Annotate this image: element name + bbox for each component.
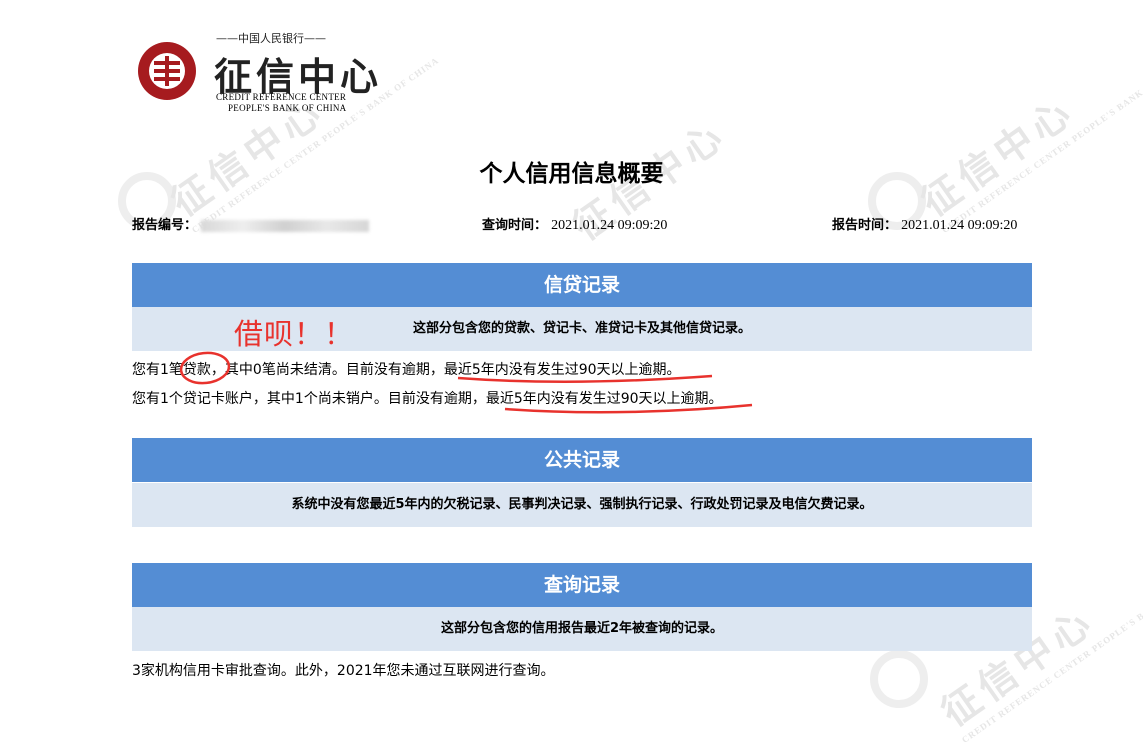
redacted-report-number bbox=[201, 219, 370, 232]
page-title: 个人信用信息概要 bbox=[479, 161, 664, 187]
public-section-header: 公共记录 bbox=[132, 438, 1032, 482]
logo-english-line1: CREDIT REFERENCE CENTER bbox=[216, 92, 347, 102]
logo-english-line2: PEOPLE'S BANK OF CHINA bbox=[228, 103, 347, 113]
query-section-header: 查询记录 bbox=[132, 563, 1032, 607]
handwritten-annotation: 借呗！！ bbox=[234, 317, 355, 351]
report-time-label: 报告时间： bbox=[832, 218, 898, 233]
report-time: 报告时间： 2021.01.24 09:09:20 bbox=[832, 214, 1017, 234]
loan-summary-line: 您有1笔贷款，其中0笔尚未结清。目前没有逾期，最近5年内没有发生过90天以上逾期… bbox=[132, 362, 681, 378]
report-time-value: 2021.01.24 09:09:20 bbox=[901, 218, 1018, 233]
watermark: 征信中心 CREDIT REFERENCE CENTER PEOPLE'S BA… bbox=[912, 55, 1143, 235]
credit-card-summary-line: 您有1个贷记卡账户，其中1个尚未销户。目前没有逾期，最近5年内没有发生过90天以… bbox=[132, 391, 723, 407]
query-summary-line: 3家机构信用卡审批查询。此外，2021年您未通过互联网进行查询。 bbox=[132, 663, 555, 679]
credit-section-header: 信贷记录 bbox=[132, 263, 1032, 307]
public-section-desc: 系统中没有您最近5年内的欠税记录、民事判决记录、强制执行记录、行政处罚记录及电信… bbox=[132, 483, 1032, 527]
query-section-desc: 这部分包含您的信用报告最近2年被查询的记录。 bbox=[132, 607, 1032, 651]
logo-bank-name: ——中国人民银行—— bbox=[216, 32, 326, 45]
watermark-seal bbox=[870, 650, 928, 708]
report-number: 报告编号： bbox=[132, 214, 370, 233]
query-time-value: 2021.01.24 09:09:20 bbox=[551, 218, 668, 233]
query-time: 查询时间： 2021.01.24 09:09:20 bbox=[482, 214, 667, 234]
report-number-label: 报告编号： bbox=[132, 218, 198, 233]
query-time-label: 查询时间： bbox=[482, 218, 548, 233]
seal-icon bbox=[138, 42, 196, 100]
